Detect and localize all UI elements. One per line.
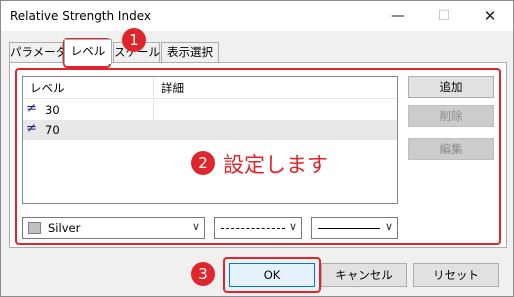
tab-parameters[interactable]: パラメータ bbox=[9, 42, 67, 63]
title-bar[interactable]: Relative Strength Index — ☐ ✕ bbox=[1, 1, 513, 31]
step-badge-3: 3 bbox=[191, 262, 215, 286]
step-badge-2: 2 bbox=[191, 151, 215, 175]
close-icon[interactable]: ✕ bbox=[467, 1, 513, 31]
step-badge-1: 1 bbox=[122, 28, 146, 52]
tab-display[interactable]: 表示選択 bbox=[161, 42, 219, 63]
cancel-button[interactable]: キャンセル bbox=[321, 263, 407, 287]
minimize-icon[interactable]: — bbox=[375, 1, 421, 31]
tab-levels[interactable]: レベル bbox=[64, 39, 112, 64]
reset-button[interactable]: リセット bbox=[413, 263, 499, 287]
tab-strip: パラメータ レベル スケール 表示選択 bbox=[9, 39, 507, 64]
annotation-note: 設定します bbox=[223, 153, 328, 177]
highlight-box-ok bbox=[223, 257, 321, 293]
maximize-icon[interactable]: ☐ bbox=[421, 1, 467, 31]
dialog-window: Relative Strength Index — ☐ ✕ パラメータ レベル … bbox=[0, 0, 514, 297]
window-title: Relative Strength Index bbox=[10, 9, 151, 23]
